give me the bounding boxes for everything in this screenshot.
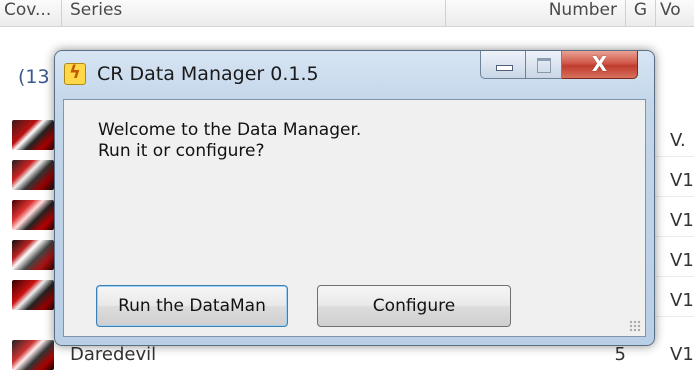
column-header-series[interactable]: Series — [62, 0, 446, 26]
maximize-icon — [537, 58, 551, 73]
lightning-app-icon — [64, 62, 86, 85]
volume-cell: V1 — [670, 170, 694, 191]
cover-thumbnail[interactable] — [12, 160, 54, 190]
data-manager-dialog: CR Data Manager 0.1.5 X Welcome to the D… — [54, 50, 655, 346]
window-title: CR Data Manager 0.1.5 — [97, 63, 319, 85]
cover-thumbnail[interactable] — [12, 240, 54, 270]
column-header-volume[interactable]: Vo — [656, 0, 694, 26]
column-header-cover[interactable]: Cov... — [0, 0, 62, 26]
volume-cell: V. — [670, 130, 686, 151]
dialog-message: Welcome to the Data Manager. Run it or c… — [98, 120, 361, 162]
volume-cell: V1 — [670, 210, 694, 231]
number-cell: 5 — [614, 344, 626, 365]
configure-button[interactable]: Configure — [317, 285, 511, 327]
group-label: (13 — [18, 66, 50, 88]
close-icon: X — [591, 52, 608, 76]
volume-cell: V1 — [670, 250, 694, 271]
close-button[interactable]: X — [562, 51, 638, 79]
maximize-button[interactable] — [526, 51, 562, 79]
column-header-number[interactable]: Number — [446, 0, 626, 26]
cover-thumbnail[interactable] — [12, 280, 54, 310]
cover-thumbnail[interactable] — [12, 340, 54, 370]
minimize-icon — [496, 65, 513, 71]
list-header: Cov... Series Number G Vo — [0, 0, 694, 27]
series-cell: Daredevil — [70, 344, 157, 365]
cover-thumbnail[interactable] — [12, 200, 54, 230]
volume-cell: V1 — [670, 344, 694, 365]
run-dataman-button[interactable]: Run the DataMan — [96, 285, 288, 327]
caption-buttons: X — [480, 51, 638, 79]
message-line-1: Welcome to the Data Manager. — [98, 120, 362, 140]
message-line-2: Run it or configure? — [98, 141, 265, 161]
minimize-button[interactable] — [480, 51, 526, 79]
volume-cell: V1 — [670, 290, 694, 311]
column-header-g[interactable]: G — [626, 0, 656, 26]
dialog-body: Welcome to the Data Manager. Run it or c… — [63, 99, 646, 337]
resize-grip-icon[interactable] — [629, 320, 641, 332]
cover-thumbnail[interactable] — [12, 120, 54, 150]
title-bar[interactable]: CR Data Manager 0.1.5 X — [55, 51, 654, 99]
